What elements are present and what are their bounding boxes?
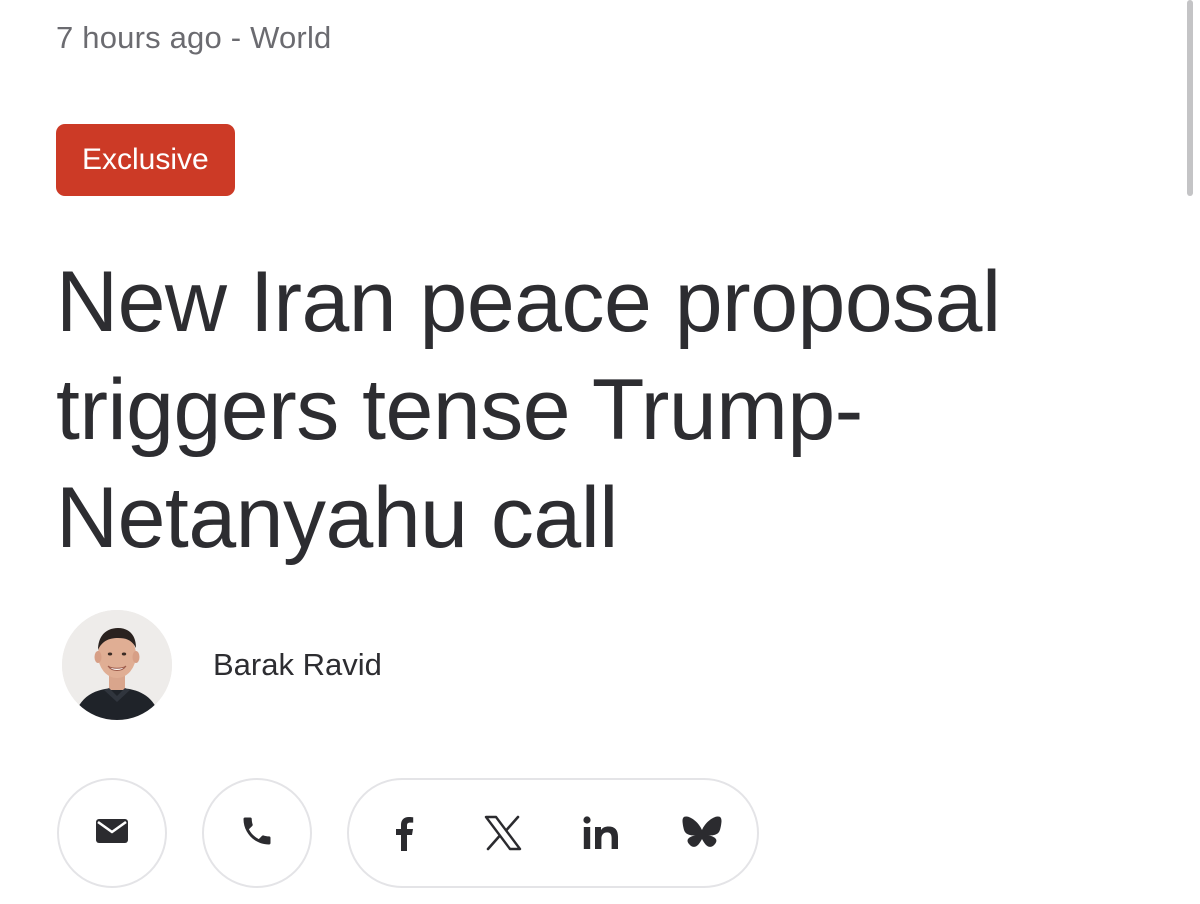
social-share-group [347, 778, 759, 888]
exclusive-badge: Exclusive [56, 124, 235, 196]
linkedin-share-button[interactable] [574, 807, 630, 863]
scrollbar-thumb[interactable] [1187, 0, 1193, 196]
phone-share-button[interactable] [202, 778, 312, 888]
author-avatar[interactable] [62, 610, 172, 720]
linkedin-icon [583, 815, 621, 855]
phone-icon [239, 813, 275, 854]
email-share-button[interactable] [57, 778, 167, 888]
author-name[interactable]: Barak Ravid [213, 647, 382, 683]
author-byline[interactable]: Barak Ravid [62, 610, 382, 720]
meta-separator: - [221, 20, 251, 55]
article-time: 7 hours ago [56, 20, 222, 55]
envelope-icon [95, 818, 129, 849]
article-headline: New Iran peace proposal triggers tense T… [56, 254, 1001, 566]
article-meta: 7 hours ago - World [56, 20, 332, 56]
facebook-icon [394, 815, 414, 856]
x-icon [484, 815, 522, 856]
bluesky-share-button[interactable] [674, 807, 730, 863]
article-section-link[interactable]: World [250, 20, 331, 55]
bluesky-icon [682, 815, 722, 856]
article-page: 7 hours ago - World Exclusive New Iran p… [0, 0, 1200, 904]
facebook-share-button[interactable] [376, 807, 432, 863]
x-share-button[interactable] [475, 807, 531, 863]
